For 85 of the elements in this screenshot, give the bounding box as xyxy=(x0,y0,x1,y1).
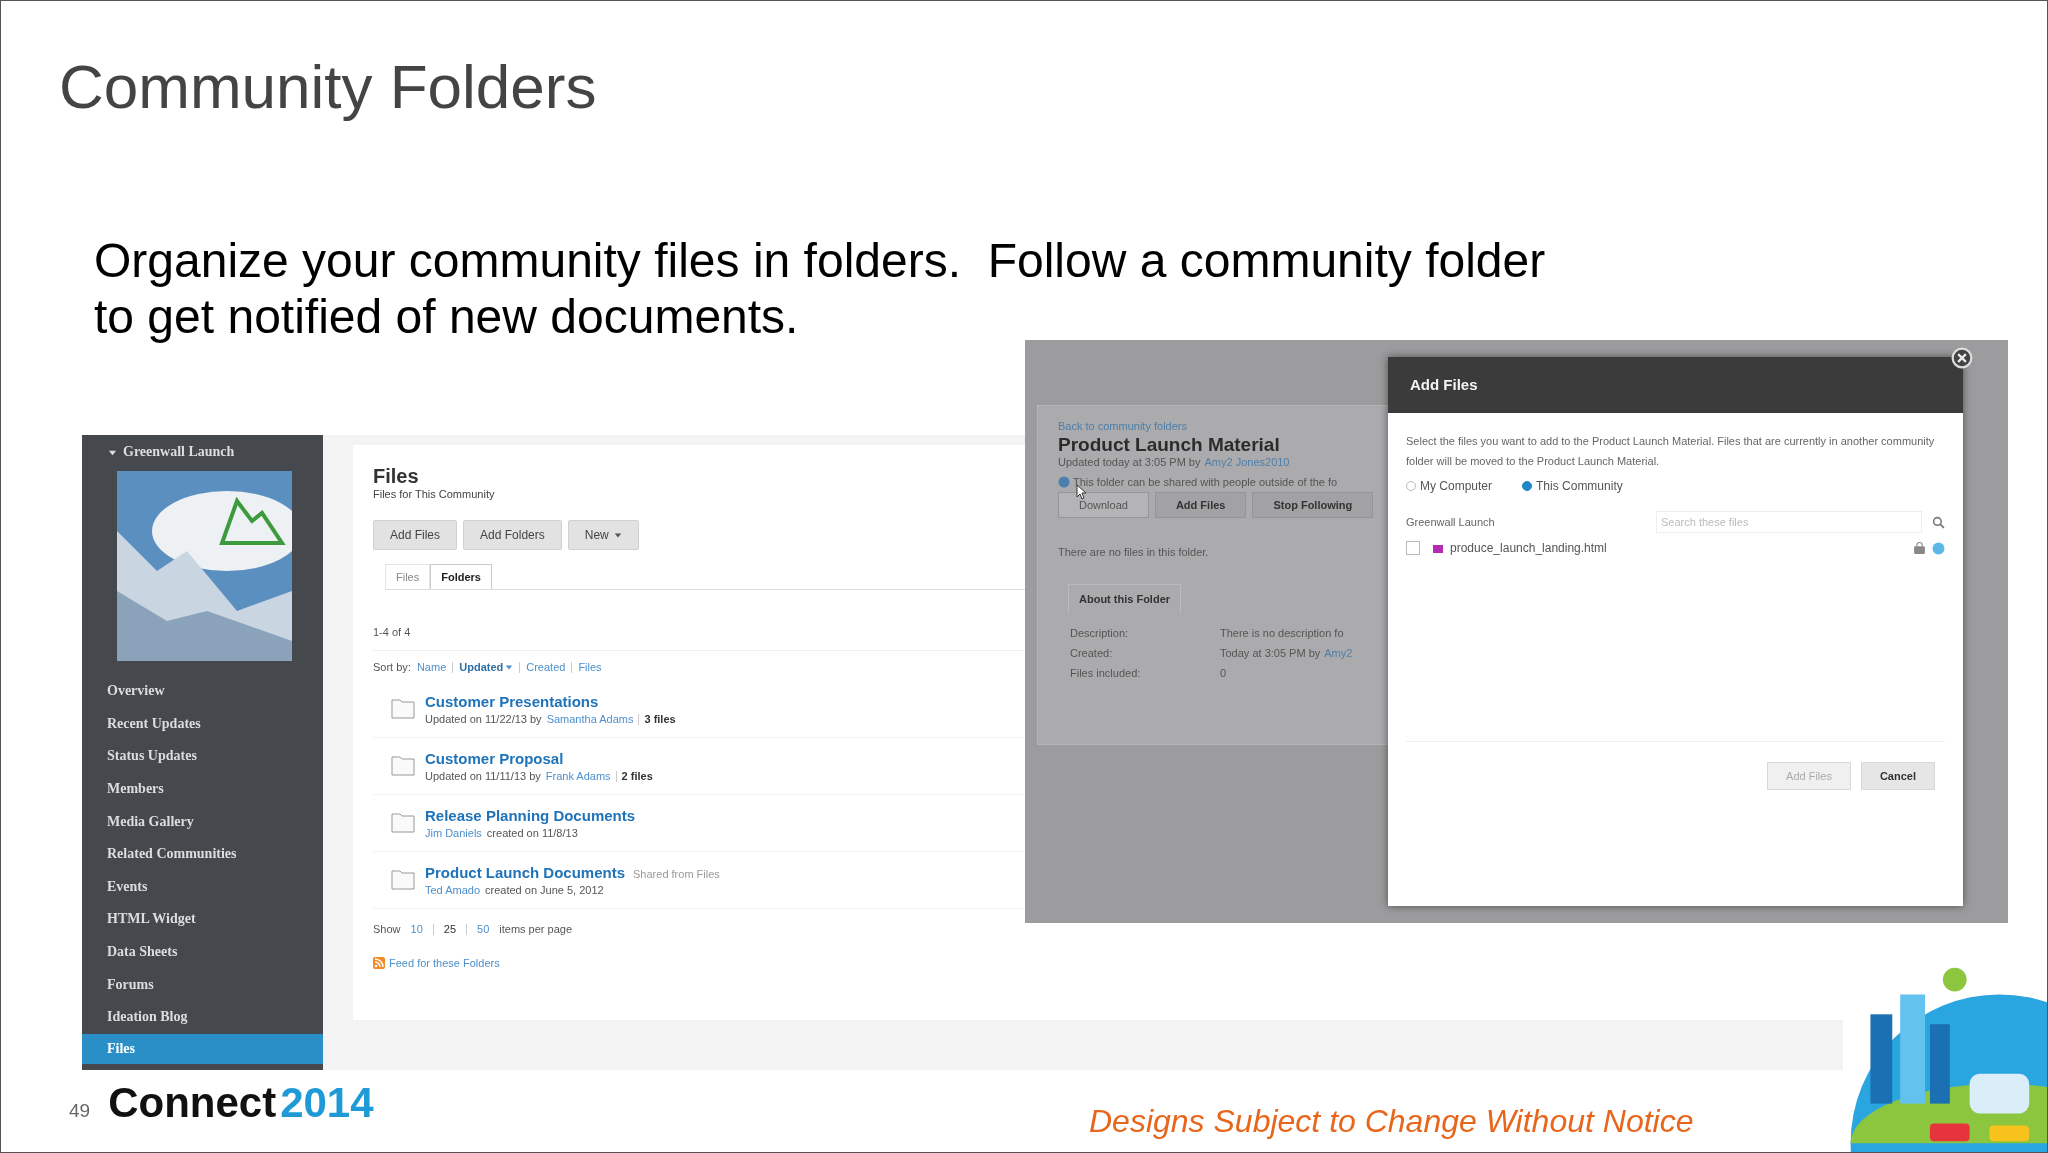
disclaimer: Designs Subject to Change Without Notice xyxy=(1089,1103,1694,1140)
page-size-link[interactable]: 10 xyxy=(410,923,423,936)
folder-link[interactable]: Customer Presentations xyxy=(425,693,599,711)
community-label: Greenwall Launch xyxy=(1406,516,1496,528)
slide-title: Community Folders xyxy=(59,53,597,122)
feed-icon xyxy=(373,957,385,970)
detail-value: There is no description fo xyxy=(1220,627,1344,641)
folder-link[interactable]: Release Planning Documents xyxy=(425,807,636,825)
file-checkbox[interactable] xyxy=(1406,541,1420,555)
shared-note: Shared from Files xyxy=(633,868,720,881)
cursor-icon xyxy=(1076,484,1086,500)
file-count: 3 files xyxy=(644,713,676,726)
folder-link[interactable]: Product Launch Documents xyxy=(425,864,626,882)
sidebar-item[interactable]: Overview xyxy=(82,675,323,708)
file-name: produce_launch_landing.html xyxy=(1450,541,1608,555)
per-page-label: items per page xyxy=(499,923,573,936)
sidebar-item[interactable]: Files xyxy=(82,1033,323,1064)
about-tab[interactable]: About this Folder xyxy=(1068,584,1182,613)
files-heading: Files xyxy=(373,465,419,489)
source-radio[interactable]: This Community xyxy=(1522,479,1623,493)
search-icon[interactable] xyxy=(1932,515,1945,529)
sort-link[interactable]: Files xyxy=(578,661,602,674)
folder-icon xyxy=(391,811,415,834)
dialog-button[interactable]: Cancel xyxy=(1860,762,1935,790)
lock-icon xyxy=(1913,541,1926,555)
sidebar-item[interactable]: Events xyxy=(82,870,323,904)
sort-link[interactable]: Updated xyxy=(459,661,514,674)
sidebar-item[interactable]: Members xyxy=(82,772,323,806)
page-size-link[interactable]: 25 xyxy=(443,923,457,936)
person-link[interactable]: Frank Adams xyxy=(545,770,611,783)
folder-meta: Updated on 11/11/13 by xyxy=(425,770,541,783)
slide-subtitle-line: Organize your community files in folders. Follow a community folder xyxy=(94,233,1546,290)
detail-label: Files included: xyxy=(1070,667,1142,681)
toolbar-button[interactable]: New xyxy=(567,520,639,551)
sidebar-item[interactable]: Ideation Blog xyxy=(82,1001,323,1034)
folder-meta: Updated on 11/22/13 by xyxy=(425,713,542,726)
folder-link[interactable]: Customer Proposal xyxy=(425,750,564,768)
caret-icon xyxy=(613,531,622,540)
person-link[interactable]: Ted Amado xyxy=(425,884,481,897)
toolbar-button[interactable]: Add Files xyxy=(373,520,458,551)
brand-logo: Connect2014 xyxy=(108,1079,374,1127)
sidebar-item[interactable]: HTML Widget xyxy=(82,903,323,936)
folder-icon xyxy=(391,697,415,720)
community-name[interactable]: Greenwall Launch xyxy=(108,441,323,464)
sort-label: Sort by: xyxy=(373,661,411,674)
empty-message: There are no files in this folder. xyxy=(1058,546,1209,558)
detail-label: Description: xyxy=(1070,627,1130,641)
caret-icon xyxy=(505,663,514,672)
sidebar-item[interactable]: Data Sheets xyxy=(82,935,323,969)
slide-subtitle-line: to get notified of new documents. xyxy=(94,289,799,346)
folder-icon xyxy=(391,754,415,777)
share-note: This folder can be shared with people outside of the fo xyxy=(1073,476,1338,488)
sort-link[interactable]: Name xyxy=(416,661,447,674)
folder-action-button[interactable]: Add Files xyxy=(1154,492,1247,518)
page-size-link[interactable]: 50 xyxy=(477,923,490,936)
page-number: 49 xyxy=(69,1100,91,1122)
sidebar-item[interactable]: Recent Updates xyxy=(82,707,323,741)
tab[interactable]: Folders xyxy=(430,564,492,590)
dialog-title: Add Files xyxy=(1388,357,1963,413)
files-subtitle: Files for This Community xyxy=(373,488,495,501)
sidebar-item[interactable]: Status Updates xyxy=(82,740,323,773)
detail-value: 0 xyxy=(1220,667,1227,681)
folder-meta: created on 11/8/13 xyxy=(486,827,578,840)
feed-link[interactable]: Feed for these Folders xyxy=(389,957,500,970)
search-field[interactable]: Search these files xyxy=(1656,511,1922,533)
folder-meta: created on June 5, 2012 xyxy=(485,884,604,897)
tab[interactable]: Files xyxy=(385,564,431,590)
source-radio[interactable]: My Computer xyxy=(1406,479,1493,493)
sidebar-item[interactable]: Forums xyxy=(82,968,323,1002)
folder-action-button[interactable]: Stop Following xyxy=(1252,492,1374,518)
toolbar-button[interactable]: Add Folders xyxy=(463,520,562,551)
updated-text: Updated today at 3:05 PM by xyxy=(1058,456,1201,468)
person-link[interactable]: Samantha Adams xyxy=(546,713,634,726)
file-icon xyxy=(1432,542,1444,554)
close-icon[interactable] xyxy=(1951,347,1973,369)
community-name-text: Greenwall Launch xyxy=(123,444,235,461)
file-count: 2 files xyxy=(621,770,653,783)
show-label: Show xyxy=(373,923,401,936)
sort-link[interactable]: Created xyxy=(526,661,566,674)
person-link[interactable]: Jim Daniels xyxy=(425,827,482,840)
folder-icon xyxy=(391,868,415,891)
folder-title: Product Launch Material xyxy=(1058,434,1280,456)
sidebar-item[interactable]: Media Gallery xyxy=(82,805,323,839)
dialog-description: Select the files you want to add to the Product Launch Material. Files that are currently in another community folder will be moved to the Product Launch Material. xyxy=(1406,434,1936,469)
sidebar-item[interactable]: Related Communities xyxy=(82,838,323,871)
